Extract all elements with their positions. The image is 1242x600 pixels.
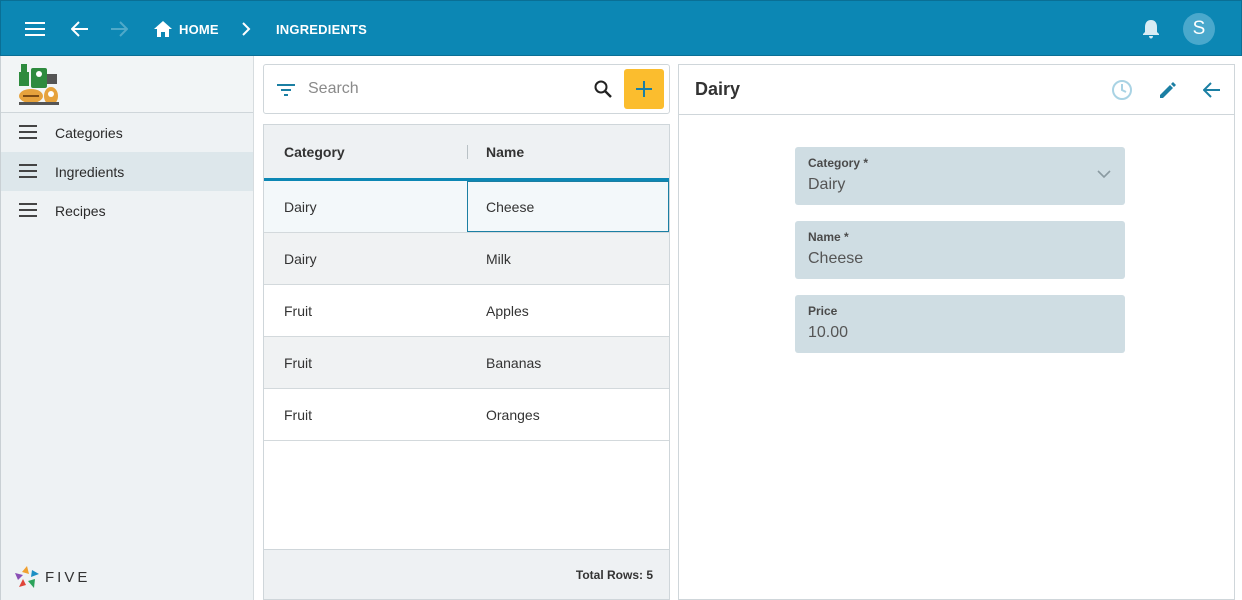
edit-pencil-icon[interactable] — [1155, 77, 1181, 103]
form-header: Dairy — [679, 65, 1234, 115]
top-app-bar: HOME INGREDIENTS S — [0, 0, 1242, 56]
menu-lines-icon — [19, 125, 37, 139]
table-row[interactable]: Fruit Bananas — [264, 337, 669, 389]
cell-category: Fruit — [284, 354, 312, 371]
avatar-initial: S — [1192, 18, 1206, 39]
price-field[interactable]: Price 10.00 — [795, 295, 1125, 353]
cell-name: Bananas — [486, 354, 542, 371]
field-label: Price — [808, 304, 838, 318]
cell-name: Apples — [486, 302, 529, 319]
column-header-category[interactable]: Category — [284, 125, 345, 178]
table-row[interactable]: Dairy Cheese — [264, 181, 669, 233]
field-value: Cheese — [808, 250, 864, 267]
sidebar-item-recipes[interactable]: Recipes — [1, 191, 253, 230]
plus-icon — [636, 81, 652, 97]
sidebar-item-categories[interactable]: Categories — [1, 113, 253, 152]
table-row[interactable]: Fruit Apples — [264, 285, 669, 337]
five-brand-logo: FIVE — [15, 566, 90, 588]
field-value: 10.00 — [808, 324, 849, 341]
cell-category: Fruit — [284, 302, 312, 319]
app-logo — [1, 56, 253, 113]
home-icon — [154, 21, 172, 37]
breadcrumb-current[interactable]: INGREDIENTS — [276, 1, 367, 57]
cell-category: Dairy — [284, 250, 317, 267]
bell-icon[interactable] — [1137, 15, 1165, 43]
cell-category: Fruit — [284, 406, 312, 423]
five-star-icon — [15, 566, 39, 588]
column-divider[interactable] — [467, 145, 468, 159]
add-button[interactable] — [624, 69, 664, 109]
cell-name: Oranges — [486, 406, 540, 423]
table-row[interactable]: Dairy Milk — [264, 233, 669, 285]
cell-name[interactable]: Cheese — [467, 181, 669, 232]
menu-lines-icon — [19, 203, 37, 217]
name-field[interactable]: Name * Cheese — [795, 221, 1125, 279]
breadcrumb-home-label: HOME — [179, 21, 219, 37]
column-header-name[interactable]: Name — [486, 125, 524, 178]
category-select[interactable]: Category * Dairy — [795, 147, 1125, 205]
chevron-right-icon — [241, 1, 251, 57]
recipe-app-logo-icon — [19, 64, 59, 105]
forward-arrow-icon[interactable] — [105, 15, 133, 43]
search-icon[interactable] — [594, 80, 612, 98]
ingredients-table: Category Name Dairy Cheese Dairy Milk Fr… — [263, 124, 670, 600]
field-value: Dairy — [808, 176, 846, 193]
search-bar — [263, 64, 670, 114]
sidebar-item-label: Ingredients — [55, 163, 125, 180]
record-form-panel: Dairy Category * Dairy Name * Cheese Pri… — [678, 64, 1235, 600]
menu-lines-icon — [19, 164, 37, 178]
history-clock-icon[interactable] — [1109, 77, 1135, 103]
search-input[interactable] — [308, 77, 568, 101]
back-arrow-icon[interactable] — [66, 15, 94, 43]
field-label: Category * — [808, 156, 869, 170]
filter-icon[interactable] — [277, 83, 295, 97]
breadcrumb-home[interactable]: HOME — [154, 1, 219, 57]
total-rows-label: Total Rows: 5 — [575, 567, 653, 582]
cell-category: Dairy — [284, 198, 317, 215]
form-title: Dairy — [695, 79, 741, 99]
sidebar-item-ingredients[interactable]: Ingredients — [1, 152, 253, 191]
field-label: Name * — [808, 230, 849, 244]
avatar[interactable]: S — [1183, 13, 1215, 45]
table-header: Category Name — [264, 125, 669, 181]
cell-name: Milk — [486, 250, 511, 267]
sidebar: Categories Ingredients Recipes FIVE — [0, 56, 254, 600]
menu-icon[interactable] — [21, 15, 49, 43]
table-footer: Total Rows: 5 — [264, 549, 669, 599]
five-brand-label: FIVE — [45, 568, 91, 586]
sidebar-item-label: Recipes — [55, 202, 106, 219]
breadcrumb-current-label: INGREDIENTS — [276, 21, 368, 37]
chevron-down-icon[interactable] — [1097, 169, 1111, 179]
back-arrow-icon[interactable] — [1199, 77, 1225, 103]
sidebar-item-label: Categories — [55, 124, 123, 141]
table-row[interactable]: Fruit Oranges — [264, 389, 669, 441]
